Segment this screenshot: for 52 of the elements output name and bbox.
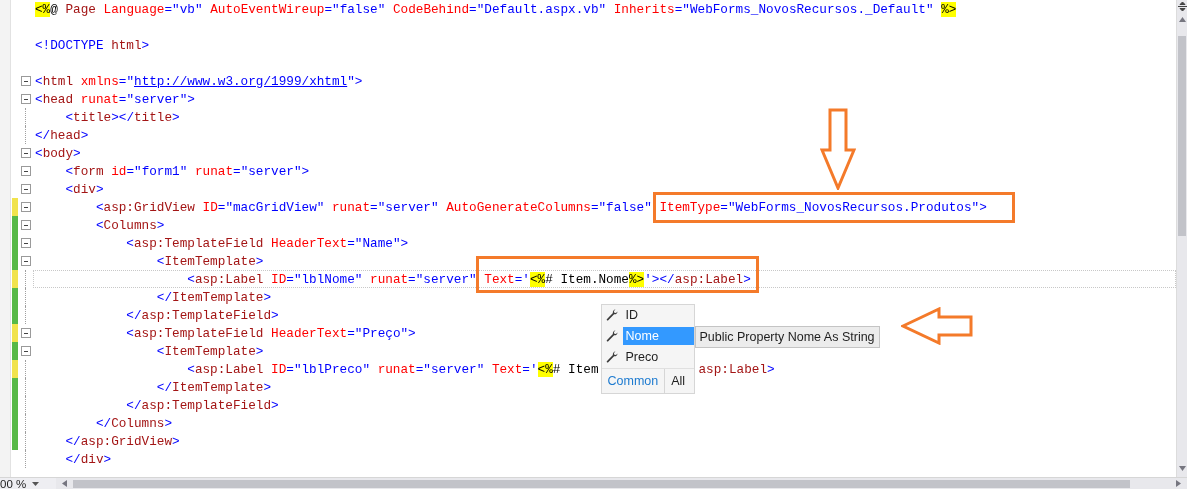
left-arrow-icon [900,306,973,345]
code-line: </head> [35,127,89,143]
wrench-icon [605,330,618,342]
code-line: <!DOCTYPE html> [35,37,150,53]
split-icon[interactable] [1177,2,1187,11]
zoom-dropdown[interactable]: 00 % [0,478,56,489]
code-line: <asp:GridView ID="macGridView" runat="server" AutoGenerateColumns="false" ItemType="WebForms_NovosRecursos.Produtos"> [94,199,987,215]
scroll-left-icon[interactable] [62,480,67,487]
filter-tab[interactable]: All [664,368,692,393]
collapse-icon[interactable] [21,76,31,86]
collapse-icon[interactable] [21,94,31,104]
code-line: <body> [35,145,81,161]
code-line: <Columns> [94,217,165,233]
scroll-right-icon[interactable] [1176,480,1181,487]
caret-icon [32,481,40,486]
code-line: <div> [64,181,104,197]
collapse-icon[interactable] [21,346,31,356]
code-line: </ItemTemplate> [155,289,272,305]
completion-item[interactable]: Preco [622,348,694,366]
code-line: </Columns> [94,415,173,431]
code-line: </asp:GridView> [64,433,180,449]
code-line: <head runat="server"> [35,91,195,107]
code-line: <ItemTemplate> [155,253,264,269]
scroll-thumb[interactable] [1178,36,1186,236]
collapse-icon[interactable] [21,166,31,176]
collapse-icon[interactable] [21,202,31,212]
code-line: <title></title> [64,109,180,125]
vertical-scrollbar[interactable] [1176,0,1187,477]
wrench-icon [605,309,618,321]
quick-info-tooltip: Public Property Nome As String [694,325,880,348]
collapse-icon[interactable] [21,328,31,338]
down-arrow-icon [819,107,856,190]
code-line: <ItemTemplate> [155,343,264,359]
scroll-down-icon[interactable] [1178,466,1186,471]
code-line: <form id="form1" runat="server"> [64,163,310,179]
code-line: </asp:TemplateField> [125,307,279,323]
collapse-icon[interactable] [21,184,31,194]
collapse-icon[interactable] [21,238,31,248]
collapse-icon[interactable] [21,148,31,158]
code-line: <asp:TemplateField HeaderText="Name"> [125,235,409,251]
collapse-icon[interactable] [21,256,31,266]
code-line: </div> [64,451,112,467]
wrench-icon [605,351,618,363]
code-line: <html xmlns="http://www.w3.org/1999/xhtml"> [35,73,363,89]
code-line: </ItemTemplate> [155,379,272,395]
collapse-icon[interactable] [21,220,31,230]
scroll-thumb[interactable] [73,479,1130,488]
url-link[interactable]: http://www.w3.org/1999/xhtml [134,73,348,89]
scroll-up-icon[interactable] [1178,17,1186,22]
code-line: </asp:TemplateField> [125,397,279,413]
code-line: <asp:TemplateField HeaderText="Preço"> [125,325,416,341]
completion-item[interactable]: ID [622,306,694,324]
